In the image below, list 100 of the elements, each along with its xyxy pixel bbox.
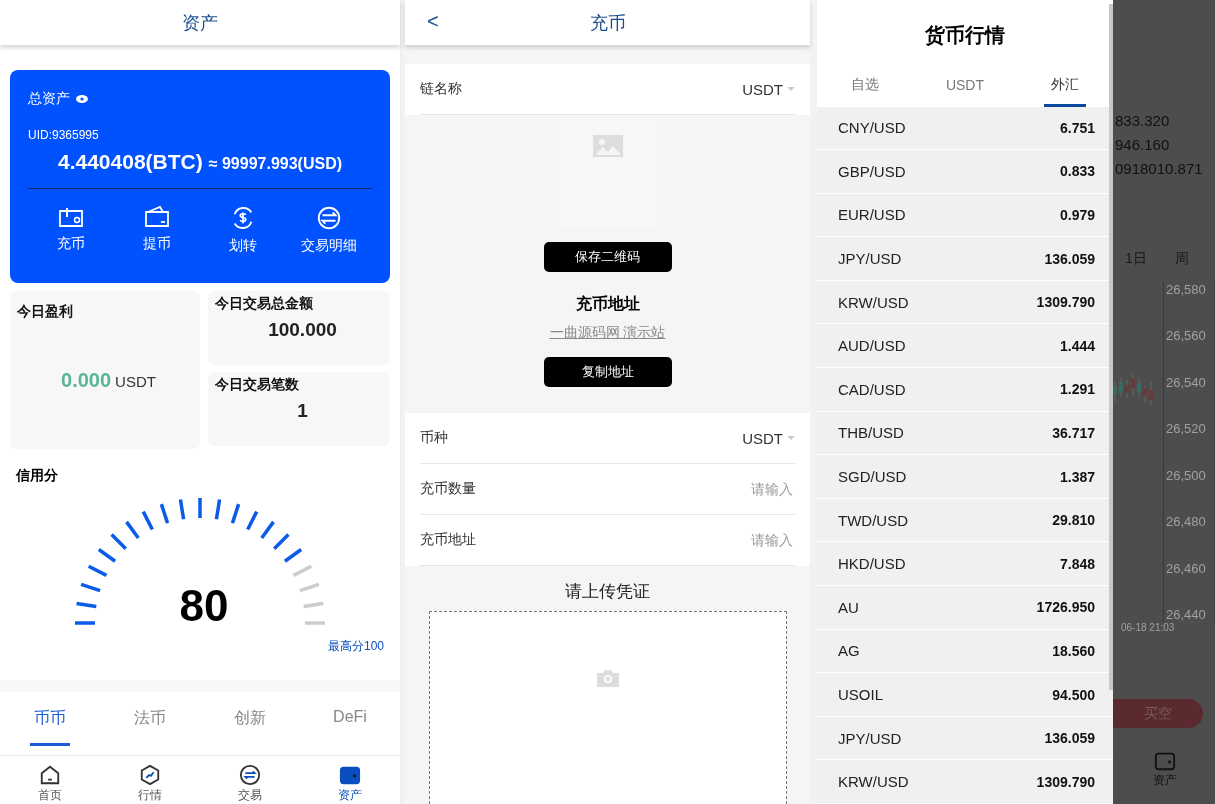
quote-price: 94.500 <box>1052 686 1095 703</box>
currency-pair: KRW/USD <box>838 773 909 791</box>
wallet-icon <box>1154 750 1176 772</box>
quote-price: 1309.790 <box>1036 773 1095 790</box>
quote-price: 1.387 <box>1059 468 1095 485</box>
currency-pair: HKD/USD <box>838 555 906 573</box>
stat-value: 1 <box>297 399 308 422</box>
scrollbar[interactable] <box>1109 4 1113 690</box>
stat-label: 今日盈利 <box>17 302 74 321</box>
eye-icon[interactable] <box>76 95 88 103</box>
save-qr-button[interactable]: 保存二维码 <box>543 242 672 272</box>
asset-action-button[interactable]: 提币 <box>117 205 197 255</box>
btc-balance: 4.440408(BTC) <box>58 150 203 174</box>
nav-item[interactable]: 行情 <box>125 764 175 804</box>
profit-unit: USDT <box>115 372 156 390</box>
axis-label: 26,480 <box>1166 514 1206 530</box>
credit-title: 信用分 <box>16 466 59 485</box>
quote-price: 1309.790 <box>1036 294 1095 311</box>
stat-label: 今日交易总金额 <box>215 294 314 313</box>
wallet-icon <box>57 205 85 229</box>
market-tab[interactable]: USDT <box>938 66 992 107</box>
page-title: 充币 <box>589 11 626 35</box>
nav-item[interactable]: 交易 <box>225 764 275 804</box>
quote-row[interactable]: JPY/USD 136.059 <box>817 716 1113 761</box>
currency-pair: AG <box>838 642 860 660</box>
currency-pair: TWD/USD <box>838 511 908 529</box>
nav-item[interactable]: 首页 <box>25 764 75 804</box>
currency-pair: AU <box>838 598 859 616</box>
upload-area[interactable] <box>428 611 787 804</box>
currency-pair: THB/USD <box>838 424 904 442</box>
quote-row[interactable]: USOIL 94.500 <box>817 673 1113 717</box>
quote-row[interactable]: KRW/USD 1309.790 <box>817 760 1113 804</box>
quote-price: 0.833 <box>1059 163 1095 180</box>
market-tab[interactable]: 币币 <box>30 701 70 746</box>
credit-score: 80 <box>179 583 229 628</box>
asset-action-button[interactable]: 交易明细 <box>289 205 369 255</box>
currency-pair: KRW/USD <box>838 293 909 311</box>
upload-title: 请上传凭证 <box>565 581 650 603</box>
axis-label: 26,520 <box>1166 421 1206 437</box>
axis-label: 26,560 <box>1166 328 1206 344</box>
market-tab[interactable]: 法币 <box>130 701 170 746</box>
price-figure: 833.320 <box>1115 112 1171 129</box>
market-tab[interactable]: 创新 <box>230 701 270 746</box>
asset-action-button[interactable]: 充币 <box>31 205 111 255</box>
quote-price: 0.979 <box>1059 207 1095 223</box>
currency-pair: CNY/USD <box>838 119 906 137</box>
currency-pair: JPY/USD <box>838 250 902 268</box>
input-field[interactable]: 请输入 <box>671 480 795 498</box>
axis-label: 26,500 <box>1166 467 1206 483</box>
axis-label: 26,460 <box>1166 560 1206 576</box>
home-icon <box>39 764 61 786</box>
currency-pair: JPY/USD <box>838 729 902 747</box>
drawer-title: 货币行情 <box>924 23 1006 48</box>
stat-value: 100.000 <box>268 318 337 341</box>
currency-select[interactable]: USDT <box>742 429 795 447</box>
broken-image-icon <box>592 135 623 157</box>
page-title: 资产 <box>182 11 218 35</box>
currency-pair: EUR/USD <box>838 206 906 224</box>
deposit-address: 一曲源码网 演示站 <box>549 324 666 342</box>
quote-price: 136.059 <box>1044 250 1095 267</box>
quote-price: 18.560 <box>1052 642 1095 659</box>
quote-price: 1.291 <box>1059 381 1095 398</box>
exchange-icon <box>316 205 342 231</box>
axis-label: 26,440 <box>1166 606 1206 622</box>
axis-label: 26,540 <box>1166 374 1206 390</box>
quote-price: 36.717 <box>1052 424 1095 441</box>
quote-price: 29.810 <box>1052 512 1095 529</box>
back-button[interactable]: < <box>427 10 439 33</box>
quote-price: 1726.950 <box>1036 599 1095 616</box>
field-label: 充币地址 <box>420 531 476 549</box>
quote-price: 1.444 <box>1059 337 1095 354</box>
wallet-icon <box>339 764 361 786</box>
nav-item[interactable]: 资产 <box>325 764 375 804</box>
currency-pair: AUD/USD <box>838 337 906 355</box>
usd-balance: ≈ 99997.993(USD) <box>208 155 342 173</box>
address-title: 充币地址 <box>575 294 640 314</box>
total-assets-label: 总资产 <box>28 90 70 108</box>
field-label: 币种 <box>420 429 448 447</box>
candlestick <box>1113 381 1117 403</box>
quote-price: 6.751 <box>1059 119 1095 136</box>
input-field[interactable]: 请输入 <box>671 531 795 549</box>
time-label: 06-18 21:03 <box>1121 622 1176 633</box>
field-label: 充币数量 <box>420 480 476 498</box>
price-figure: 946.160 <box>1115 136 1171 153</box>
uid-text: UID:9365995 <box>28 128 100 142</box>
max-score-text: 最高分100 <box>327 637 384 655</box>
swap-icon <box>239 764 261 786</box>
asset-action-button[interactable]: 划转 <box>203 205 283 255</box>
camera-icon <box>596 669 619 687</box>
chain-select[interactable]: USDT <box>742 80 795 98</box>
currency-pair: CAD/USD <box>838 380 906 398</box>
axis-label: 26,580 <box>1166 282 1206 297</box>
quote-price: 7.848 <box>1059 555 1095 572</box>
copy-address-button[interactable]: 复制地址 <box>543 357 672 387</box>
wallet-icon <box>143 205 171 229</box>
currency-pair: USOIL <box>838 686 883 703</box>
currency-pair: GBP/USD <box>838 162 906 180</box>
field-label: 链名称 <box>420 80 462 98</box>
market-tab[interactable]: 自选 <box>843 66 886 107</box>
market-tab[interactable]: DeFi <box>330 701 370 746</box>
